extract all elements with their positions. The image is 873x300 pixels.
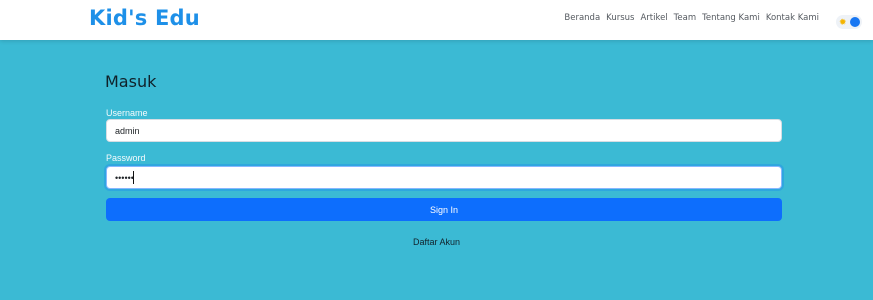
sun-icon: ✹	[839, 17, 847, 27]
username-input[interactable]	[106, 119, 782, 142]
username-label: Username	[106, 108, 148, 118]
toggle-knob	[850, 17, 860, 27]
nav-link-team[interactable]: Team	[674, 13, 696, 23]
nav-links: Beranda Kursus Artikel Team Tentang Kami…	[564, 13, 819, 23]
nav-link-beranda[interactable]: Beranda	[564, 13, 600, 23]
register-link[interactable]: Daftar Akun	[0, 237, 873, 247]
password-label: Password	[106, 153, 146, 163]
nav-link-kontak-kami[interactable]: Kontak Kami	[766, 13, 819, 23]
password-input[interactable]	[106, 166, 782, 189]
brand-logo[interactable]: Kid's Edu	[89, 6, 200, 30]
page-title: Masuk	[105, 72, 157, 91]
nav-link-kursus[interactable]: Kursus	[606, 13, 634, 23]
nav-link-artikel[interactable]: Artikel	[640, 13, 667, 23]
sign-in-button[interactable]: Sign In	[106, 198, 782, 221]
theme-toggle[interactable]: ✹	[836, 15, 862, 29]
text-caret	[133, 171, 134, 184]
nav-link-tentang-kami[interactable]: Tentang Kami	[702, 13, 760, 23]
navbar: Kid's Edu Beranda Kursus Artikel Team Te…	[0, 0, 873, 40]
